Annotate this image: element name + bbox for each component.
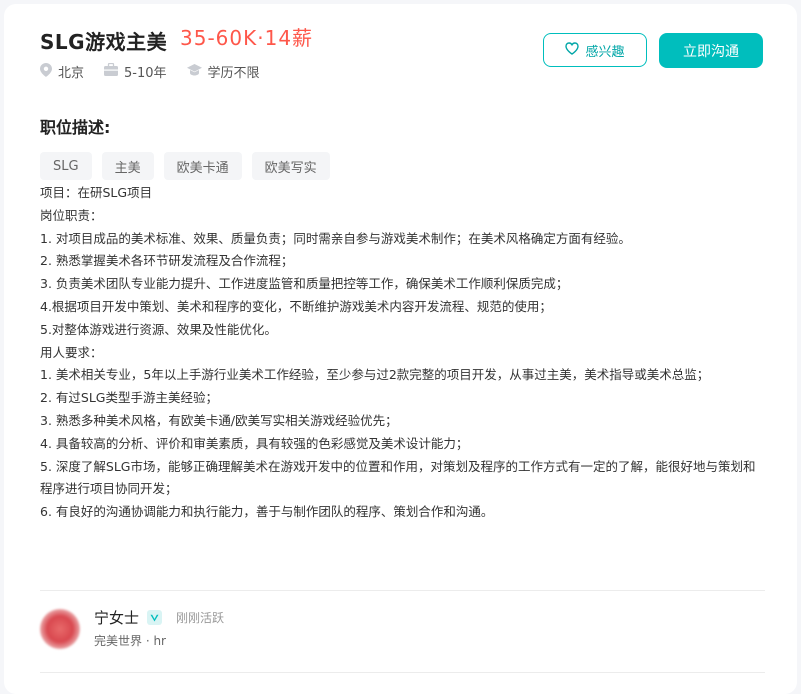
interest-label: 感兴趣 xyxy=(585,44,625,60)
job-meta: 北京 5-10年 学历不限 xyxy=(40,62,280,81)
meta-experience: 5-10年 xyxy=(104,62,167,81)
recruiter-company: 完美世界 · hr xyxy=(94,634,166,648)
recruiter-info: 宁女士 刚刚活跃 xyxy=(94,607,224,628)
description-line: 1. 对项目成品的美术标准、效果、质量负责；同时需亲自参与游戏美术制作；在美术风… xyxy=(40,230,631,246)
verified-icon xyxy=(147,610,163,625)
description-line: 4.根据项目开发中策划、美术和程序的变化，不断维护游戏美术内容开发流程、规范的使… xyxy=(40,298,552,314)
description-line: 项目：在研SLG项目 xyxy=(40,185,153,200)
description-line: 2. 有过SLG类型手游主美经验； xyxy=(40,390,218,406)
description-line: 用人要求： xyxy=(40,344,103,360)
location-text: 北京 xyxy=(58,66,85,81)
recruiter-name[interactable]: 宁女士 xyxy=(94,607,139,628)
contact-button[interactable]: 立即沟通 xyxy=(659,33,763,68)
job-description: 项目：在研SLG项目 岗位职责： 1. 对项目成品的美术标准、效果、质量负责；同… xyxy=(40,182,765,524)
tag: 欧美卡通 xyxy=(163,152,242,180)
job-tags: SLG 主美 欧美卡通 欧美写实 xyxy=(40,152,340,180)
description-line: 4. 具备较高的分析、评价和审美素质，具有较强的色彩感觉及美术设计能力； xyxy=(40,435,469,451)
experience-text: 5-10年 xyxy=(124,66,167,81)
heart-icon xyxy=(565,41,585,59)
tag: 主美 xyxy=(101,152,154,180)
meta-location: 北京 xyxy=(40,62,84,81)
briefcase-icon xyxy=(104,62,124,80)
description-line: 3. 熟悉多种美术风格，有欧美卡通/欧美写实相关游戏经验优先； xyxy=(40,412,398,428)
description-line: 岗位职责： xyxy=(40,207,103,223)
section-title: 职位描述: xyxy=(40,118,111,137)
divider xyxy=(40,672,765,673)
avatar[interactable] xyxy=(40,609,80,649)
description-line: 5.对整体游戏进行资源、效果及性能优化。 xyxy=(40,321,277,337)
salary: 35-60K·14薪 xyxy=(180,26,314,50)
description-line: 2. 熟悉掌握美术各环节研发流程及合作流程； xyxy=(40,253,294,269)
job-title: SLG游戏主美 xyxy=(40,30,168,54)
description-line: 6. 有良好的沟通协调能力和执行能力，善于与制作团队的程序、策划合作和沟通。 xyxy=(40,504,494,520)
recruiter-status: 刚刚活跃 xyxy=(176,611,225,625)
education-text: 学历不限 xyxy=(207,66,260,81)
divider xyxy=(40,590,765,591)
graduation-cap-icon xyxy=(186,63,208,80)
interest-button[interactable]: 感兴趣 xyxy=(543,33,647,67)
description-line: 1. 美术相关专业，5年以上手游行业美术工作经验，至少参与过2款完整的项目开发，… xyxy=(40,367,710,383)
job-detail-card: SLG游戏主美 35-60K·14薪 北京 5-10年 学历不限 感兴趣 立即沟… xyxy=(4,4,797,694)
tag: 欧美写实 xyxy=(251,152,330,180)
tag: SLG xyxy=(40,152,92,180)
description-line: 3. 负责美术团队专业能力提升、工作进度监管和质量把控等工作，确保美术工作顺利保… xyxy=(40,276,569,292)
meta-education: 学历不限 xyxy=(186,62,260,81)
location-icon xyxy=(40,62,58,81)
description-line: 5. 深度了解SLG市场，能够正确理解美术在游戏开发中的位置和作用，对策划及程序… xyxy=(40,458,756,497)
